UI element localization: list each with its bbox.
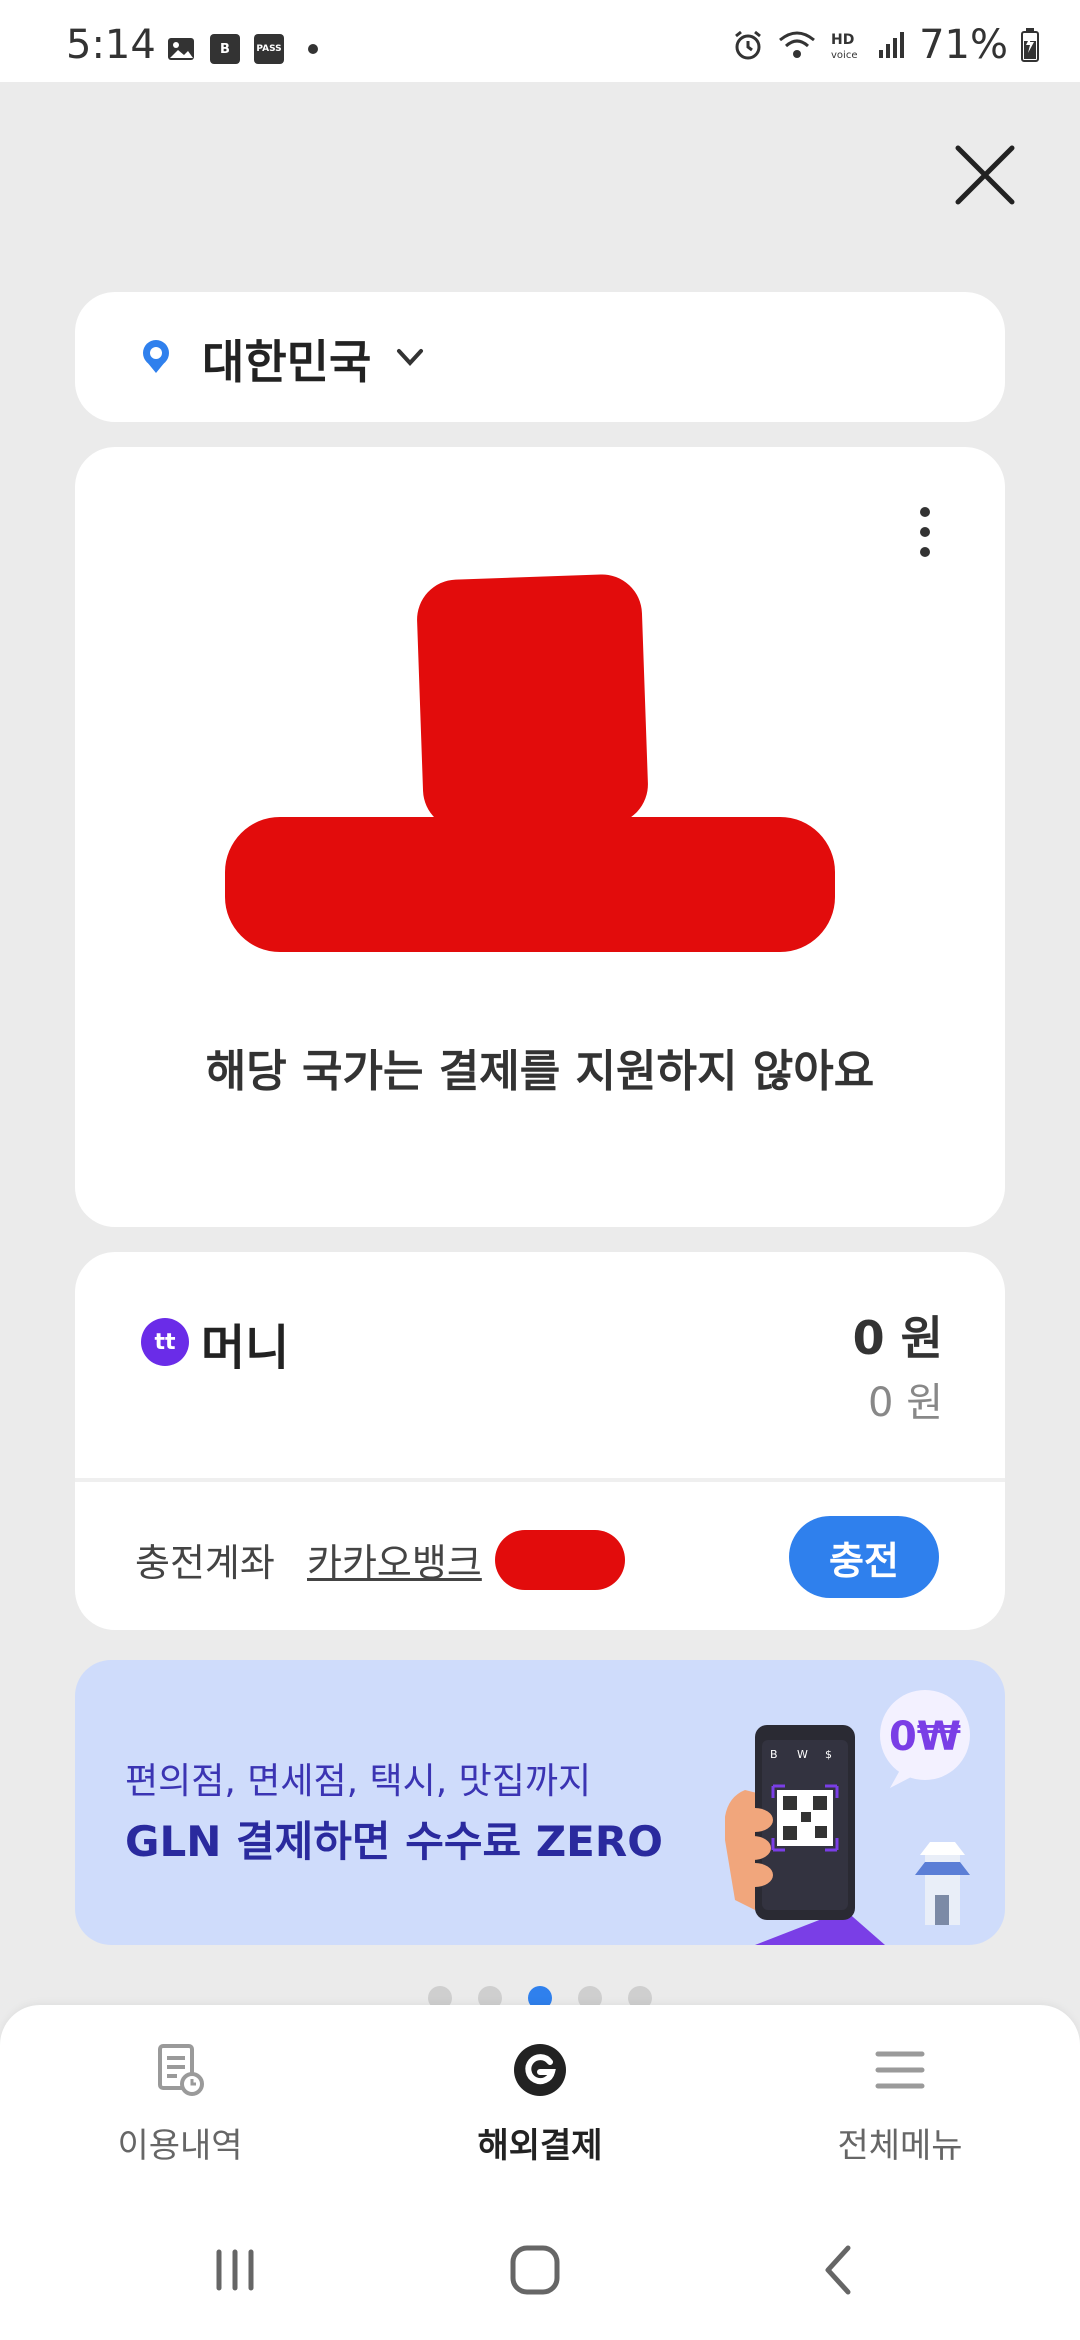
charge-account-label: 충전계좌 xyxy=(135,1541,275,1585)
signal-icon xyxy=(879,32,905,58)
location-pin-icon xyxy=(143,340,169,373)
unsupported-country-notice: 해당 국가는 결제를 지원하지 않아요 xyxy=(205,1046,875,1097)
nav-full-menu[interactable]: 전체메뉴 xyxy=(770,2040,1030,2167)
close-icon[interactable] xyxy=(950,140,1020,210)
receipt-history-icon xyxy=(158,2044,204,2096)
promo-banner[interactable]: 편의점, 면세점, 택시, 맛집까지 GLN 결제하면 수수료 ZERO 0₩ … xyxy=(75,1660,1005,1945)
battery-percent: 71% xyxy=(919,22,1008,68)
alarm-icon xyxy=(735,30,762,60)
b-app-icon: B xyxy=(210,34,240,64)
redaction-mark xyxy=(415,573,650,831)
svg-text:voice: voice xyxy=(831,50,857,61)
wifi-icon xyxy=(779,31,816,58)
battery-charging-icon xyxy=(1021,28,1039,62)
nav-overseas-payment[interactable]: 해외결제 xyxy=(410,2040,670,2167)
country-selector[interactable]: 대한민국 xyxy=(75,292,1005,422)
back-icon[interactable] xyxy=(810,2240,870,2300)
divider xyxy=(75,1478,1005,1482)
menu-icon xyxy=(875,2051,925,2089)
zero-won-badge: 0₩ xyxy=(889,1714,961,1760)
gln-g-icon xyxy=(514,2044,566,2096)
status-time: 5:14 xyxy=(66,22,156,68)
notification-icons: B PASS xyxy=(166,34,318,64)
gallery-icon xyxy=(168,38,194,60)
svg-text:$: $ xyxy=(825,1748,832,1761)
pass-app-icon: PASS xyxy=(254,34,284,64)
banner-title: GLN 결제하면 수수료 ZERO xyxy=(125,1817,663,1866)
phone-payment-illustration: 0₩ B W $ xyxy=(725,1690,970,1945)
nav-history-label: 이용내역 xyxy=(117,2126,243,2166)
redaction-mark xyxy=(495,1530,625,1590)
status-bar: 5:14 B PASS HD voice 71% xyxy=(0,0,1080,82)
recent-apps-icon[interactable] xyxy=(205,2240,265,2300)
money-logo-icon: tt xyxy=(141,1318,189,1366)
charge-account-link[interactable]: 카카오뱅크 xyxy=(307,1532,482,1587)
nav-overseas-payment-label: 해외결제 xyxy=(477,2126,603,2166)
bottom-navigation: 이용내역 해외결제 전체메뉴 xyxy=(0,2005,1080,2195)
payment-card: 해당 국가는 결제를 지원하지 않아요 xyxy=(75,447,1005,1227)
more-options-icon[interactable] xyxy=(915,502,935,572)
country-label: 대한민국 xyxy=(202,335,372,389)
system-navigation-bar xyxy=(0,2195,1080,2340)
chevron-down-icon xyxy=(397,349,423,366)
svg-text:B: B xyxy=(770,1748,778,1761)
nav-history[interactable]: 이용내역 xyxy=(50,2040,310,2167)
money-label: 머니 xyxy=(201,1320,290,1376)
money-card: tt 머니 0 원 0 원 충전계좌 카카오뱅크 충전 xyxy=(75,1252,1005,1630)
money-balance: 0 원 xyxy=(852,1311,943,1365)
system-status-icons: HD voice 71% xyxy=(731,22,1040,68)
banner-subtitle: 편의점, 면세점, 택시, 맛집까지 xyxy=(125,1761,592,1802)
more-notifications-dot xyxy=(308,44,318,54)
charge-button[interactable]: 충전 xyxy=(789,1516,939,1598)
nav-full-menu-label: 전체메뉴 xyxy=(837,2126,963,2166)
svg-text:HD: HD xyxy=(831,32,854,48)
redaction-mark xyxy=(225,817,835,952)
svg-text:W: W xyxy=(797,1748,808,1761)
money-sub-balance: 0 원 xyxy=(868,1380,943,1426)
hd-voice-icon: HD voice xyxy=(831,32,857,61)
home-icon[interactable] xyxy=(505,2240,565,2300)
